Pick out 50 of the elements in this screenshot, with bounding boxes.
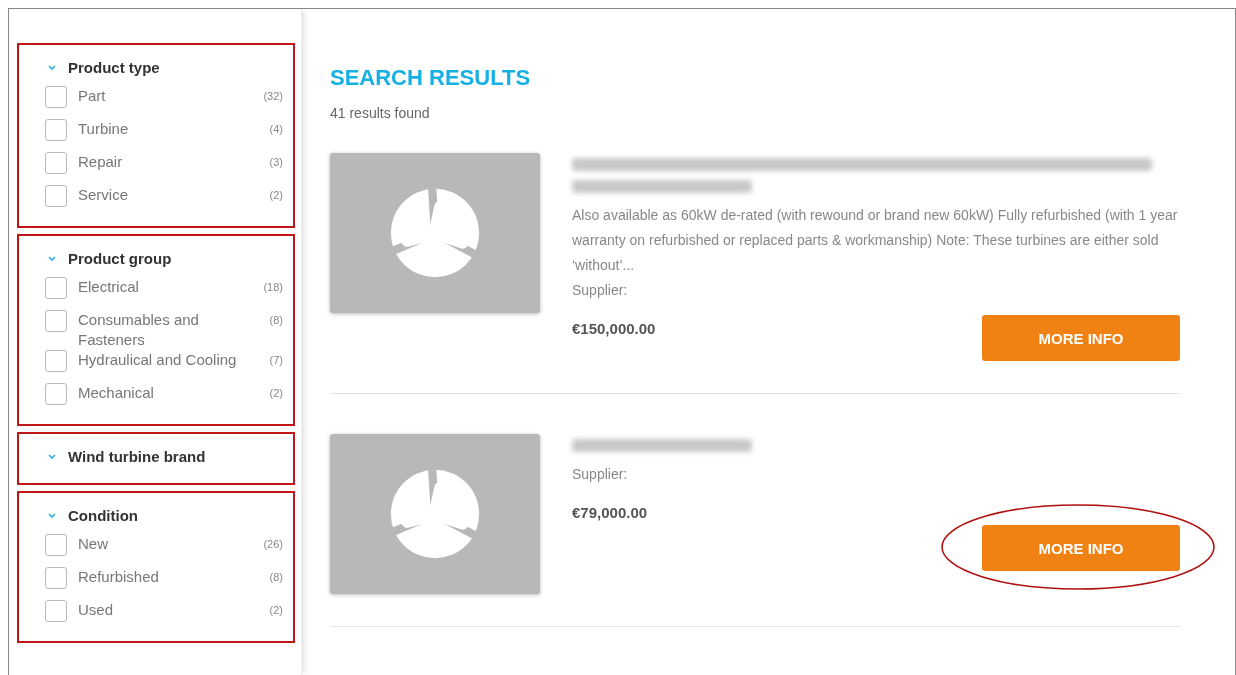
option-label: Service	[78, 185, 130, 205]
option-count: (2)	[269, 386, 283, 401]
option-label: Electrical	[78, 277, 140, 297]
page-heading: SEARCH RESULTS	[330, 65, 532, 91]
chevron-icon[interactable]	[47, 64, 57, 71]
checkbox[interactable]	[45, 567, 67, 589]
wind-turbine-icon	[389, 468, 481, 560]
filter-heading[interactable]: Product group	[68, 250, 172, 267]
description: Also available as 60kW de-rated (with rewound or brand new 60kW) Fully refurbished (with 1 year warranty on refurbished or replaced parts & workmanship) Note: These turbines are either sold ‘without’...	[572, 206, 1179, 275]
option-count: (32)	[263, 89, 283, 104]
checkbox[interactable]	[45, 350, 67, 372]
option-label: Consumables and Fasteners	[78, 310, 200, 350]
option-label: Repair	[78, 152, 124, 172]
checkbox[interactable]	[45, 277, 67, 299]
chevron-icon[interactable]	[47, 512, 57, 519]
option-count: (2)	[269, 603, 283, 618]
option-label: Hydraulical and Cooling	[78, 350, 238, 370]
checkbox[interactable]	[45, 600, 67, 622]
supplier-label: Supplier:	[572, 465, 629, 484]
checkbox[interactable]	[45, 185, 67, 207]
filter-heading[interactable]: Condition	[68, 507, 138, 524]
option-count: (7)	[269, 353, 283, 368]
option-count: (8)	[269, 570, 283, 585]
price: €150,000.00	[572, 320, 656, 337]
option-count: (3)	[269, 155, 283, 170]
checkbox[interactable]	[45, 152, 67, 174]
option-count: (18)	[263, 280, 283, 295]
results-count: 41 results found	[330, 105, 431, 121]
option-label: Mechanical	[78, 383, 155, 403]
supplier-label: Supplier:	[572, 281, 629, 300]
checkbox[interactable]	[45, 86, 67, 108]
chevron-icon[interactable]	[47, 453, 57, 460]
option-label: New	[78, 534, 109, 554]
option-label: Part	[78, 86, 107, 106]
option-count: (26)	[263, 537, 283, 552]
wind-turbine-icon	[389, 187, 481, 279]
option-count: (2)	[269, 188, 283, 203]
option-count: (8)	[269, 313, 283, 328]
chevron-icon[interactable]	[47, 255, 57, 262]
checkbox[interactable]	[45, 310, 67, 332]
filter-heading[interactable]: Product type	[68, 59, 160, 76]
option-count: (4)	[269, 122, 283, 137]
option-label: Used	[78, 600, 115, 620]
filter-heading[interactable]: Wind turbine brand	[68, 448, 206, 465]
checkbox[interactable]	[45, 383, 67, 405]
price: €79,000.00	[572, 504, 648, 521]
checkbox[interactable]	[45, 534, 67, 556]
option-label: Refurbished	[78, 567, 160, 587]
option-label: Turbine	[78, 119, 130, 139]
checkbox[interactable]	[45, 119, 67, 141]
